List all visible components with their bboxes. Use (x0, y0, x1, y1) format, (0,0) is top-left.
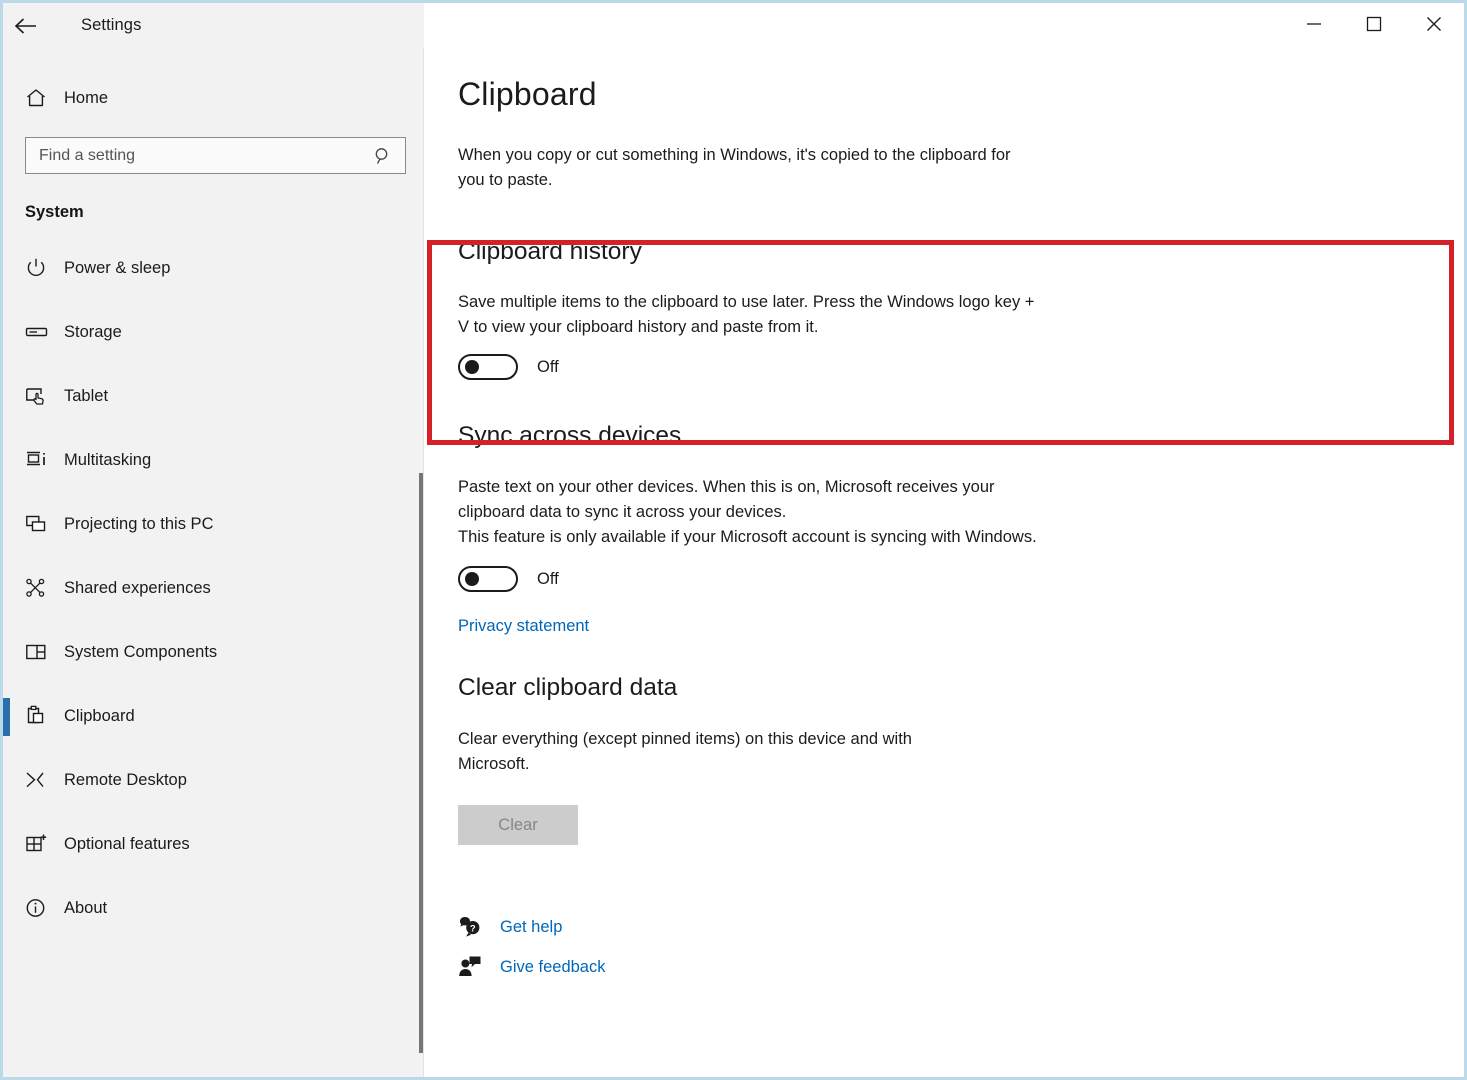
sidebar-item-label: Multitasking (64, 451, 151, 470)
sidebar-item-about[interactable]: About (3, 876, 424, 940)
sidebar-item-label: Shared experiences (64, 579, 211, 598)
svg-text:?: ? (470, 923, 476, 934)
sync-across-devices-heading: Sync across devices (458, 422, 1464, 450)
get-help-link[interactable]: Get help (500, 918, 562, 937)
sidebar-item-label: Optional features (64, 835, 190, 854)
maximize-icon[interactable] (1344, 3, 1404, 45)
tablet-icon (25, 385, 59, 407)
sidebar-scrollbar[interactable] (419, 473, 423, 1053)
sidebar-item-system-components[interactable]: System Components (3, 620, 424, 684)
clipboard-history-toggle[interactable] (458, 354, 518, 380)
remote-desktop-icon (25, 769, 59, 791)
optional-features-icon (25, 833, 59, 855)
sidebar-item-clipboard[interactable]: Clipboard (3, 684, 424, 748)
toggle-knob (465, 572, 479, 586)
sidebar-item-label: System Components (64, 643, 217, 662)
sidebar-item-label-home: Home (64, 89, 108, 108)
give-feedback-link[interactable]: Give feedback (500, 958, 605, 977)
sidebar-item-remote-desktop[interactable]: Remote Desktop (3, 748, 424, 812)
sidebar-item-label: Projecting to this PC (64, 515, 213, 534)
sync-across-devices-toggle-state: Off (537, 570, 559, 589)
window-controls (424, 3, 1464, 48)
sidebar-item-label: Tablet (64, 387, 108, 406)
give-feedback-row[interactable]: Give feedback (458, 947, 1464, 987)
sync-across-devices-description: Paste text on your other devices. When t… (458, 475, 1043, 550)
power-icon (25, 257, 59, 279)
search-icon[interactable] (371, 144, 395, 168)
sidebar-item-home[interactable]: Home (3, 75, 424, 121)
title-bar-left: Settings (3, 3, 424, 48)
sidebar-item-label: Power & sleep (64, 259, 170, 278)
clear-clipboard-data-description: Clear everything (except pinned items) o… (458, 727, 988, 777)
sidebar-item-label: Clipboard (64, 707, 135, 726)
sidebar: Home System Power & sleep (3, 48, 424, 1080)
settings-window: Settings (0, 0, 1467, 1080)
sidebar-item-multitasking[interactable]: Multitasking (3, 428, 424, 492)
sidebar-item-storage[interactable]: Storage (3, 300, 424, 364)
close-icon[interactable] (1404, 3, 1464, 45)
main-content: Clipboard When you copy or cut something… (424, 48, 1464, 1080)
sync-across-devices-section: Sync across devices Paste text on your o… (424, 422, 1464, 636)
title-bar: Settings (3, 3, 1464, 48)
app-title: Settings (81, 16, 141, 35)
sync-across-devices-toggle-row: Off (458, 566, 1464, 592)
get-help-row[interactable]: ? Get help (458, 907, 1464, 947)
sidebar-item-shared-experiences[interactable]: Shared experiences (3, 556, 424, 620)
system-components-icon (25, 641, 59, 663)
feedback-person-icon (458, 955, 500, 979)
clipboard-history-toggle-row: Off (458, 354, 1464, 380)
sidebar-item-optional-features[interactable]: Optional features (3, 812, 424, 876)
help-chat-icon: ? (458, 915, 500, 939)
clipboard-history-section: Clipboard history Save multiple items to… (424, 238, 1464, 380)
sidebar-item-label: Remote Desktop (64, 771, 187, 790)
projecting-icon (25, 513, 59, 535)
search-box[interactable] (25, 137, 406, 174)
storage-icon (25, 321, 59, 343)
sidebar-item-projecting-to-this-pc[interactable]: Projecting to this PC (3, 492, 424, 556)
toggle-knob (465, 360, 479, 374)
intro-text: When you copy or cut something in Window… (458, 143, 1033, 193)
privacy-statement-link[interactable]: Privacy statement (458, 617, 589, 636)
sidebar-item-label: About (64, 899, 107, 918)
clipboard-history-toggle-state: Off (537, 358, 559, 377)
clear-clipboard-data-section: Clear clipboard data Clear everything (e… (424, 674, 1464, 845)
page-title: Clipboard (458, 76, 1464, 113)
shared-experiences-icon (25, 577, 59, 599)
clipboard-history-description: Save multiple items to the clipboard to … (458, 290, 1038, 340)
clear-button[interactable]: Clear (458, 805, 578, 845)
clear-clipboard-data-heading: Clear clipboard data (458, 674, 1464, 702)
home-icon (25, 87, 59, 109)
sidebar-item-power-sleep[interactable]: Power & sleep (3, 236, 424, 300)
clipboard-history-heading: Clipboard history (458, 238, 1464, 266)
minimize-icon[interactable] (1284, 3, 1344, 45)
search-input[interactable] (26, 139, 346, 172)
sidebar-nav-list: Power & sleep Storage (3, 236, 424, 940)
info-icon (25, 897, 59, 919)
sidebar-section-title: System (25, 203, 424, 222)
footer-links: ? Get help Give feedback (458, 907, 1464, 987)
sidebar-item-tablet[interactable]: Tablet (3, 364, 424, 428)
clipboard-icon (25, 705, 59, 727)
sidebar-item-label: Storage (64, 323, 122, 342)
sync-across-devices-toggle[interactable] (458, 566, 518, 592)
multitasking-icon (25, 449, 59, 471)
back-arrow-icon[interactable] (3, 3, 49, 48)
